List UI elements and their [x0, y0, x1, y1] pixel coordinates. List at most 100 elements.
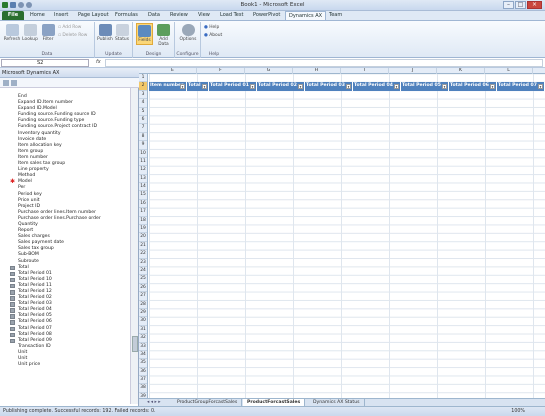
row-header[interactable]: 12 [139, 166, 147, 175]
filter-dropdown-icon[interactable]: ▾ [346, 83, 351, 89]
filter-dropdown-icon[interactable]: ▾ [250, 83, 255, 89]
field-label: Quantity [18, 221, 38, 227]
row-header[interactable]: 19 [139, 225, 147, 234]
tab-load-test[interactable]: Load Test [217, 11, 246, 20]
row-header[interactable]: 3 [139, 91, 147, 100]
pane-tool-icon[interactable] [3, 80, 9, 86]
row-header[interactable]: 35 [139, 359, 147, 368]
status-button[interactable]: Status [114, 24, 130, 42]
row-header[interactable]: 13 [139, 175, 147, 184]
filter-dropdown-icon[interactable]: ▾ [298, 83, 303, 89]
maximize-button[interactable]: □ [515, 1, 526, 9]
row-header[interactable]: 29 [139, 309, 147, 318]
pane-scrollbar[interactable] [130, 88, 138, 404]
row-header[interactable]: 16 [139, 200, 147, 209]
row-header[interactable]: 15 [139, 191, 147, 200]
filter-dropdown-icon[interactable]: ▾ [442, 83, 447, 89]
minimize-button[interactable]: – [503, 1, 514, 9]
row-header[interactable]: 10 [139, 150, 147, 158]
row-header[interactable]: 14 [139, 183, 147, 192]
row-header[interactable]: 17 [139, 208, 147, 217]
row-header[interactable]: 6 [139, 116, 147, 125]
sheet-tabs: ◂ ◂ ▸ ▸ ProductGroupForcastSales Product… [139, 398, 545, 407]
header-cell[interactable]: Total Period 05 ▾ [401, 82, 449, 91]
publish-button[interactable]: Publish [97, 24, 113, 42]
header-cell-label: Total Period 01 [210, 83, 249, 89]
row-header[interactable]: 5 [139, 108, 147, 116]
tab-dynamics-ax[interactable]: Dynamics AX [285, 11, 327, 20]
row-header[interactable]: 9 [139, 141, 147, 150]
row-header[interactable]: 20 [139, 233, 147, 242]
row-header[interactable]: 11 [139, 158, 147, 167]
row-header[interactable]: 25 [139, 275, 147, 284]
pane-tool-icon[interactable] [11, 80, 17, 86]
add-data-button[interactable]: Add Data [155, 24, 172, 47]
row-header[interactable]: 38 [139, 384, 147, 393]
formula-input[interactable] [105, 59, 543, 67]
zoom-level[interactable]: 100% [511, 409, 525, 414]
row-header[interactable]: 1 [139, 74, 147, 83]
lookup-button[interactable]: Lookup [21, 24, 39, 42]
tab-data[interactable]: Data [145, 11, 163, 20]
row-header[interactable]: 2 [139, 82, 147, 91]
tab-home[interactable]: Home [27, 11, 48, 20]
name-box[interactable]: S2 [1, 59, 89, 67]
about-button[interactable]: ● About [204, 33, 222, 38]
filter-dropdown-icon[interactable]: ▾ [394, 83, 399, 89]
row-header[interactable]: 28 [139, 301, 147, 309]
fields-button[interactable]: Fields [136, 23, 153, 45]
refresh-icon [5, 24, 19, 36]
options-button[interactable]: Options [179, 24, 197, 42]
tab-page-layout[interactable]: Page Layout [75, 11, 112, 20]
field-label: Model [18, 179, 32, 185]
row-header[interactable]: 24 [139, 267, 147, 276]
fx-icon[interactable]: fx [96, 59, 101, 65]
row-header[interactable]: 37 [139, 376, 147, 385]
tab-insert[interactable]: Insert [51, 11, 71, 20]
pane-scroll-thumb[interactable] [132, 336, 138, 352]
row-header[interactable]: 26 [139, 284, 147, 293]
header-cell[interactable]: Total Period 03 ▾ [305, 82, 353, 91]
filter-dropdown-icon[interactable]: ▾ [180, 83, 185, 89]
row-header[interactable]: 30 [139, 317, 147, 326]
row-header[interactable]: 21 [139, 242, 147, 251]
header-cell[interactable]: Total Period 04 ▾ [353, 82, 401, 91]
tab-formulas[interactable]: Formulas [112, 11, 141, 20]
tab-powerpivot[interactable]: PowerPivot [250, 11, 283, 20]
header-cell[interactable]: Total Period 02 ▾ [257, 82, 305, 91]
row-header[interactable]: 36 [139, 368, 147, 377]
row-header[interactable]: 8 [139, 133, 147, 142]
header-cell[interactable]: Total Period 01 ▾ [209, 82, 257, 91]
header-cell[interactable]: Total ▾ [187, 82, 209, 91]
title-bar: Book1 - Microsoft Excel – □ × [0, 0, 545, 11]
help-button[interactable]: ● Help [204, 25, 219, 30]
refresh-button[interactable]: Refresh [3, 24, 21, 42]
filter-dropdown-icon[interactable]: ▾ [538, 83, 543, 89]
tab-team[interactable]: Team [326, 11, 345, 20]
row-header[interactable]: 18 [139, 217, 147, 226]
field-item[interactable]: Unit price [2, 362, 128, 368]
add-row-button[interactable]: ▫ Add Row [58, 25, 81, 30]
header-cell[interactable]: Total Period 06 ▾ [449, 82, 497, 91]
close-button[interactable]: × [527, 1, 542, 9]
field-label: Unit [18, 349, 28, 355]
delete-row-button[interactable]: ▫ Delete Row [58, 33, 87, 38]
row-header[interactable]: 22 [139, 250, 147, 259]
row-header[interactable]: 23 [139, 259, 147, 267]
row-header[interactable]: 32 [139, 334, 147, 343]
filter-button[interactable]: Filter [40, 24, 56, 42]
row-header[interactable]: 7 [139, 124, 147, 133]
row-header[interactable]: 34 [139, 351, 147, 360]
tab-review[interactable]: Review [167, 11, 191, 20]
header-cell[interactable]: Item number ▾ [149, 82, 187, 91]
row-header[interactable]: 4 [139, 99, 147, 108]
filter-dropdown-icon[interactable]: ▾ [490, 83, 495, 89]
cell-area[interactable]: Item number ▾ Total ▾ Total Period 01 ▾ Total … [149, 74, 545, 398]
filter-dropdown-icon[interactable]: ▾ [202, 83, 207, 89]
row-header[interactable]: 31 [139, 326, 147, 335]
tab-view[interactable]: View [195, 11, 213, 20]
row-header[interactable]: 27 [139, 292, 147, 301]
tab-file[interactable]: File [2, 11, 24, 20]
row-header[interactable]: 33 [139, 343, 147, 351]
header-cell[interactable]: Total Period 07 ▾ [497, 82, 545, 91]
